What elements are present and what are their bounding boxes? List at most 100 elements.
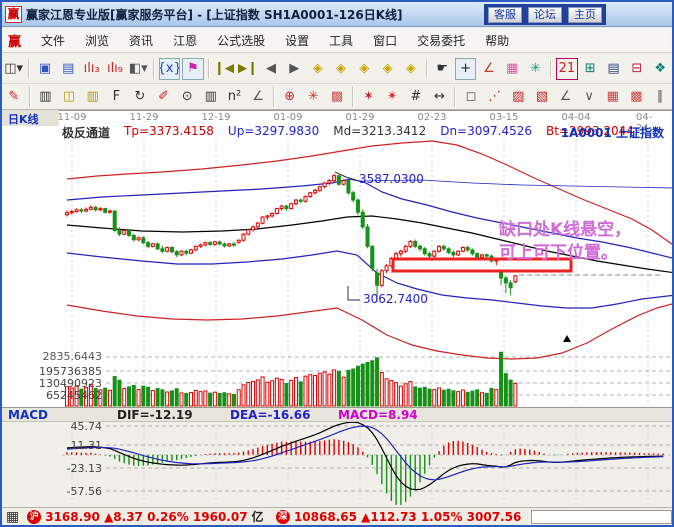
- gold-ruler-icon[interactable]: ◫: [58, 86, 80, 108]
- diamond-compress-icon[interactable]: ◈: [354, 58, 375, 80]
- date-tick-label: 03-15: [489, 112, 518, 123]
- pink-grid-icon[interactable]: ▦: [502, 58, 523, 80]
- diamond-left-icon[interactable]: ◈: [307, 58, 328, 80]
- diamond-expand-icon[interactable]: ◈: [377, 58, 398, 80]
- svg-text:缺口处K线悬空，: 缺口处K线悬空，: [499, 219, 631, 240]
- diamond-full-icon[interactable]: ◈: [400, 58, 421, 80]
- calculator-icon[interactable]: ⊞: [580, 58, 601, 80]
- n-squared-icon[interactable]: n²: [224, 86, 246, 108]
- angle-pen-icon[interactable]: ∠: [247, 86, 269, 108]
- svg-text:11.31: 11.31: [71, 439, 103, 452]
- save-icon[interactable]: ⊟: [626, 58, 647, 80]
- menu-item[interactable]: 交易委托: [407, 29, 475, 52]
- application-window: 赢 赢家江恩专业版[赢家服务平台] - [上证指数 SH1A0001-126日K…: [0, 0, 674, 527]
- v-lines-icon[interactable]: ∨: [578, 86, 600, 108]
- indicator-value: Md=3213.3412: [333, 124, 426, 139]
- fan-lines-icon[interactable]: ⋰: [484, 86, 506, 108]
- drag-hand-icon[interactable]: ☛: [432, 58, 453, 80]
- pen-tool-icon[interactable]: ✎: [3, 86, 25, 108]
- macd-header-strip: MACD DIF=-12.19 DEA=-16.66 MACD=8.94: [2, 407, 672, 422]
- bars-9-icon[interactable]: ılı₉: [104, 58, 125, 80]
- grid-dots-icon[interactable]: ▦: [602, 86, 624, 108]
- gann-box-icon[interactable]: ▨: [508, 86, 530, 108]
- shanghai-index-quote: 3168.90 ▲8.37 0.26% 1960.07: [45, 510, 247, 524]
- macd-chart-svg[interactable]: 45.7411.31-23.13-57.56: [2, 422, 674, 507]
- toolbar-separator: [28, 59, 30, 79]
- menu-item[interactable]: 工具: [319, 29, 363, 52]
- angle-lines-icon[interactable]: ∠: [555, 86, 577, 108]
- symbol-label: 1A0001 上证指数: [561, 124, 664, 141]
- notes-icon[interactable]: ▤: [603, 58, 624, 80]
- starburst-icon[interactable]: ✳: [303, 86, 325, 108]
- formula-icon[interactable]: {x}: [159, 58, 180, 80]
- grid-target-icon[interactable]: ▩: [326, 86, 348, 108]
- last-page-icon[interactable]: ▶❙: [237, 58, 258, 80]
- prev-bar-icon[interactable]: ◀: [260, 58, 281, 80]
- width-measure-icon[interactable]: ↔: [429, 86, 451, 108]
- menu-item[interactable]: 设置: [275, 29, 319, 52]
- menu-item[interactable]: 帮助: [475, 29, 519, 52]
- window-link-icon[interactable]: ❖: [650, 58, 671, 80]
- info-window-icon[interactable]: ▣: [34, 58, 55, 80]
- menu-items: 文件浏览资讯江恩公式选股设置工具窗口交易委托帮助: [31, 29, 519, 52]
- target-icon[interactable]: ⊕: [279, 86, 301, 108]
- angle-tool-icon[interactable]: ∠: [478, 58, 499, 80]
- toolbar-separator: [273, 87, 275, 107]
- next-bar-icon[interactable]: ▶: [284, 58, 305, 80]
- svg-text:可上可下位置。: 可上可下位置。: [499, 242, 618, 263]
- customer-service-button[interactable]: 客服: [488, 7, 522, 23]
- cycle-tool-icon[interactable]: ↻: [129, 86, 151, 108]
- app-logo-icon: 赢: [5, 6, 22, 23]
- quote-table-icon[interactable]: ▦: [6, 509, 19, 525]
- gold-ruler2-icon[interactable]: ▥: [82, 86, 104, 108]
- red-brush-icon[interactable]: ✐: [153, 86, 175, 108]
- ruler-123-icon[interactable]: #: [405, 86, 427, 108]
- toolbar-separator: [29, 87, 31, 107]
- tick-ruler-icon[interactable]: ▥: [35, 86, 57, 108]
- indicator-value: Up=3297.9830: [228, 124, 319, 139]
- ying-tool-icon[interactable]: ✴: [381, 86, 403, 108]
- tick-ruler2-icon[interactable]: ▥: [200, 86, 222, 108]
- calendar-icon[interactable]: 21: [556, 58, 577, 80]
- main-toolbar: ◫▾▣▤ılı₃ılı₉◧▾{x}⚑❙◀▶❙◀▶◈◈◈◈◈☛+∠▦✳21⊞▤⊟❖: [2, 54, 672, 84]
- indicator-header: 极反通道Tp=3373.4158Up=3297.9830Md=3213.3412…: [62, 124, 634, 139]
- toolbar-separator: [153, 59, 155, 79]
- indicator-value: Tp=3373.4158: [124, 124, 214, 139]
- menu-bar: 赢 文件浏览资讯江恩公式选股设置工具窗口交易委托帮助: [2, 28, 672, 53]
- mind-map-icon[interactable]: ✳: [525, 58, 546, 80]
- pane-right-border: [672, 110, 673, 507]
- shanghai-exchange-icon: 沪: [27, 510, 41, 524]
- price-chart-svg[interactable]: 3587.03003062.74002835.64431957363851304…: [2, 110, 674, 407]
- kline-style-dropdown[interactable]: ◫▾: [3, 58, 24, 80]
- menu-item[interactable]: 江恩: [163, 29, 207, 52]
- menu-item[interactable]: 文件: [31, 29, 75, 52]
- forum-button[interactable]: 论坛: [528, 7, 562, 23]
- gann-square-icon[interactable]: ▧: [531, 86, 553, 108]
- shen-tool-icon[interactable]: ✶: [358, 86, 380, 108]
- color-chart-icon[interactable]: ⚑: [182, 58, 203, 80]
- document-icon[interactable]: ▤: [58, 58, 79, 80]
- clock-circle-icon[interactable]: ⊙: [176, 86, 198, 108]
- toolbar-separator: [208, 59, 210, 79]
- toolbar-separator: [550, 59, 552, 79]
- first-page-icon[interactable]: ❙◀: [214, 58, 235, 80]
- svg-text:2835.6443: 2835.6443: [43, 350, 103, 363]
- menu-item[interactable]: 窗口: [363, 29, 407, 52]
- svg-text:3062.7400: 3062.7400: [363, 292, 428, 306]
- status-input-field[interactable]: [531, 510, 672, 524]
- f-ruler-icon[interactable]: F: [106, 86, 128, 108]
- crosshair-icon[interactable]: +: [455, 58, 476, 80]
- box-tool-icon[interactable]: ◻: [460, 86, 482, 108]
- macd-pane-label: MACD: [8, 408, 48, 422]
- menu-item[interactable]: 公式选股: [207, 29, 275, 52]
- candle-style-dropdown[interactable]: ◧▾: [128, 58, 149, 80]
- menu-item[interactable]: 资讯: [119, 29, 163, 52]
- diamond-right-icon[interactable]: ◈: [330, 58, 351, 80]
- toolbar-separator: [426, 59, 428, 79]
- window-title: 赢家江恩专业版[赢家服务平台] - [上证指数 SH1A0001-126日K线]: [26, 6, 403, 23]
- grid-diag-icon[interactable]: ▩: [626, 86, 648, 108]
- homepage-button[interactable]: 主页: [568, 7, 602, 23]
- bars-3-icon[interactable]: ılı₃: [81, 58, 102, 80]
- menu-item[interactable]: 浏览: [75, 29, 119, 52]
- parallel-lines-icon[interactable]: ∥: [649, 86, 671, 108]
